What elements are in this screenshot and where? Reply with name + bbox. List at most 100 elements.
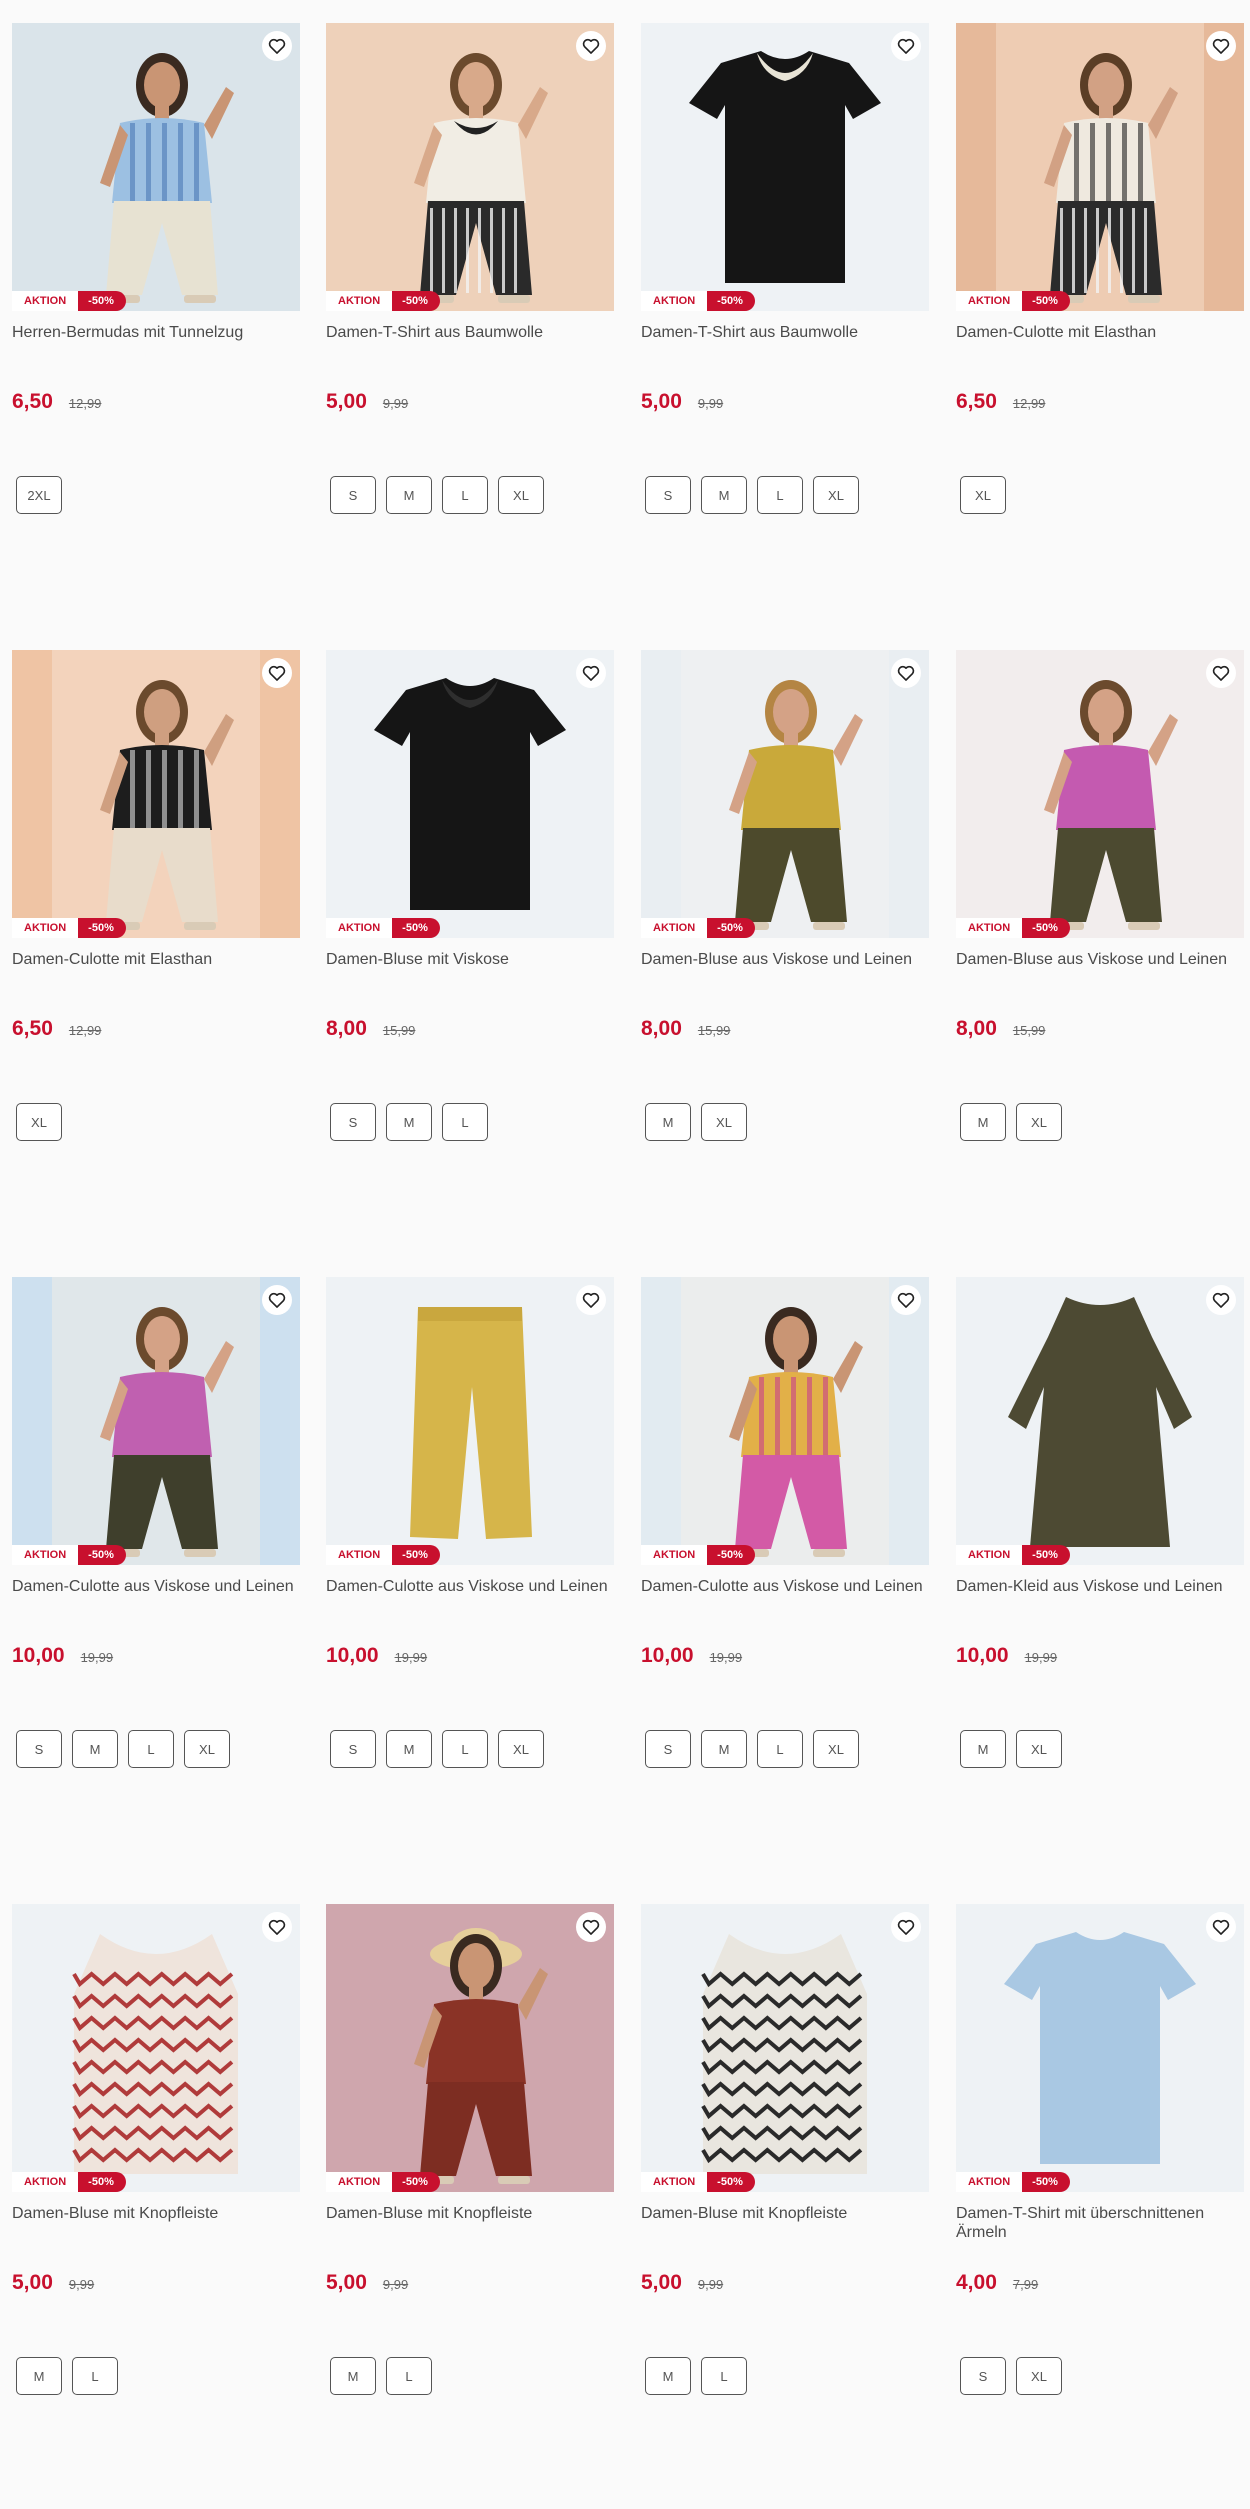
- wishlist-heart-icon[interactable]: [1206, 1285, 1236, 1315]
- size-option[interactable]: XL: [498, 476, 544, 514]
- size-option[interactable]: XL: [16, 1103, 62, 1141]
- product-title[interactable]: Damen-Culotte aus Viskose und Leinen: [326, 1577, 614, 1621]
- wishlist-heart-icon[interactable]: [1206, 658, 1236, 688]
- size-option[interactable]: L: [757, 1730, 803, 1768]
- product-card[interactable]: AKTION -50% Damen-Bluse mit Viskose 8,00…: [326, 650, 614, 1141]
- product-title[interactable]: Damen-Bluse mit Knopfleiste: [641, 2204, 929, 2248]
- size-option[interactable]: L: [128, 1730, 174, 1768]
- product-title[interactable]: Damen-Bluse mit Knopfleiste: [326, 2204, 614, 2248]
- product-card[interactable]: AKTION -50% Damen-Culotte mit Elasthan 6…: [956, 23, 1244, 514]
- size-option[interactable]: M: [960, 1103, 1006, 1141]
- product-title[interactable]: Damen-Bluse mit Viskose: [326, 950, 614, 994]
- size-option[interactable]: M: [330, 2357, 376, 2395]
- product-card[interactable]: AKTION -50% Damen-Bluse mit Knopfleiste …: [326, 1904, 614, 2395]
- wishlist-heart-icon[interactable]: [576, 1912, 606, 1942]
- size-option[interactable]: L: [442, 1730, 488, 1768]
- product-image[interactable]: AKTION -50%: [326, 23, 614, 311]
- wishlist-heart-icon[interactable]: [262, 1912, 292, 1942]
- wishlist-heart-icon[interactable]: [1206, 31, 1236, 61]
- product-title[interactable]: Damen-Culotte aus Viskose und Leinen: [12, 1577, 300, 1621]
- product-card[interactable]: AKTION -50% Damen-Kleid aus Viskose und …: [956, 1277, 1244, 1768]
- size-option[interactable]: XL: [1016, 1730, 1062, 1768]
- size-option[interactable]: M: [386, 476, 432, 514]
- wishlist-heart-icon[interactable]: [576, 31, 606, 61]
- product-image[interactable]: AKTION -50%: [12, 1904, 300, 2192]
- size-option[interactable]: M: [386, 1103, 432, 1141]
- wishlist-heart-icon[interactable]: [576, 658, 606, 688]
- product-card[interactable]: AKTION -50% Damen-T-Shirt aus Baumwolle …: [326, 23, 614, 514]
- wishlist-heart-icon[interactable]: [891, 1912, 921, 1942]
- size-option[interactable]: M: [645, 2357, 691, 2395]
- size-option[interactable]: L: [757, 476, 803, 514]
- product-image[interactable]: AKTION -50%: [956, 23, 1244, 311]
- size-option[interactable]: XL: [813, 476, 859, 514]
- product-card[interactable]: AKTION -50% Damen-Bluse mit Knopfleiste …: [12, 1904, 300, 2395]
- size-option[interactable]: L: [386, 2357, 432, 2395]
- product-card[interactable]: AKTION -50% Damen-Bluse aus Viskose und …: [956, 650, 1244, 1141]
- product-card[interactable]: AKTION -50% Damen-Bluse aus Viskose und …: [641, 650, 929, 1141]
- product-title[interactable]: Damen-Culotte mit Elasthan: [12, 950, 300, 994]
- size-option[interactable]: S: [645, 476, 691, 514]
- size-option[interactable]: M: [701, 476, 747, 514]
- product-card[interactable]: AKTION -50% Damen-T-Shirt mit überschnit…: [956, 1904, 1244, 2395]
- size-option[interactable]: XL: [1016, 2357, 1062, 2395]
- product-card[interactable]: AKTION -50% Damen-T-Shirt aus Baumwolle …: [641, 23, 929, 514]
- product-image[interactable]: AKTION -50%: [326, 1904, 614, 2192]
- product-card[interactable]: AKTION -50% Damen-Culotte aus Viskose un…: [641, 1277, 929, 1768]
- product-card[interactable]: AKTION -50% Damen-Culotte aus Viskose un…: [326, 1277, 614, 1768]
- size-option[interactable]: XL: [1016, 1103, 1062, 1141]
- product-card[interactable]: AKTION -50% Damen-Culotte aus Viskose un…: [12, 1277, 300, 1768]
- wishlist-heart-icon[interactable]: [891, 31, 921, 61]
- product-image[interactable]: AKTION -50%: [12, 23, 300, 311]
- product-image[interactable]: AKTION -50%: [956, 650, 1244, 938]
- size-option[interactable]: S: [16, 1730, 62, 1768]
- size-option[interactable]: XL: [498, 1730, 544, 1768]
- size-option[interactable]: M: [16, 2357, 62, 2395]
- size-option[interactable]: S: [960, 2357, 1006, 2395]
- product-title[interactable]: Damen-T-Shirt aus Baumwolle: [326, 323, 614, 367]
- product-image[interactable]: AKTION -50%: [326, 650, 614, 938]
- product-image[interactable]: AKTION -50%: [12, 1277, 300, 1565]
- product-card[interactable]: AKTION -50% Damen-Bluse mit Knopfleiste …: [641, 1904, 929, 2395]
- size-option[interactable]: M: [960, 1730, 1006, 1768]
- product-title[interactable]: Damen-Kleid aus Viskose und Leinen: [956, 1577, 1244, 1621]
- wishlist-heart-icon[interactable]: [576, 1285, 606, 1315]
- product-card[interactable]: AKTION -50% Damen-Culotte mit Elasthan 6…: [12, 650, 300, 1141]
- product-image[interactable]: AKTION -50%: [641, 23, 929, 311]
- size-option[interactable]: S: [645, 1730, 691, 1768]
- size-option[interactable]: L: [72, 2357, 118, 2395]
- product-image[interactable]: AKTION -50%: [326, 1277, 614, 1565]
- size-option[interactable]: S: [330, 1730, 376, 1768]
- size-option[interactable]: XL: [184, 1730, 230, 1768]
- size-option[interactable]: M: [645, 1103, 691, 1141]
- product-title[interactable]: Damen-Culotte mit Elasthan: [956, 323, 1244, 367]
- product-title[interactable]: Damen-Culotte aus Viskose und Leinen: [641, 1577, 929, 1621]
- product-image[interactable]: AKTION -50%: [641, 1904, 929, 2192]
- product-image[interactable]: AKTION -50%: [956, 1904, 1244, 2192]
- product-title[interactable]: Damen-T-Shirt aus Baumwolle: [641, 323, 929, 367]
- wishlist-heart-icon[interactable]: [891, 658, 921, 688]
- size-option[interactable]: L: [701, 2357, 747, 2395]
- product-image[interactable]: AKTION -50%: [641, 650, 929, 938]
- size-option[interactable]: XL: [960, 476, 1006, 514]
- size-option[interactable]: L: [442, 1103, 488, 1141]
- wishlist-heart-icon[interactable]: [262, 31, 292, 61]
- product-title[interactable]: Damen-T-Shirt mit überschnittenen Ärmeln: [956, 2204, 1244, 2248]
- size-option[interactable]: XL: [701, 1103, 747, 1141]
- size-option[interactable]: S: [330, 476, 376, 514]
- size-option[interactable]: M: [72, 1730, 118, 1768]
- wishlist-heart-icon[interactable]: [891, 1285, 921, 1315]
- size-option[interactable]: S: [330, 1103, 376, 1141]
- wishlist-heart-icon[interactable]: [262, 658, 292, 688]
- size-option[interactable]: L: [442, 476, 488, 514]
- product-image[interactable]: AKTION -50%: [641, 1277, 929, 1565]
- product-title[interactable]: Damen-Bluse aus Viskose und Leinen: [956, 950, 1244, 994]
- size-option[interactable]: XL: [813, 1730, 859, 1768]
- product-title[interactable]: Damen-Bluse mit Knopfleiste: [12, 2204, 300, 2248]
- size-option[interactable]: M: [701, 1730, 747, 1768]
- product-card[interactable]: AKTION -50% Herren-Bermudas mit Tunnelzu…: [12, 23, 300, 514]
- wishlist-heart-icon[interactable]: [1206, 1912, 1236, 1942]
- product-title[interactable]: Herren-Bermudas mit Tunnelzug: [12, 323, 300, 367]
- size-option[interactable]: M: [386, 1730, 432, 1768]
- product-image[interactable]: AKTION -50%: [12, 650, 300, 938]
